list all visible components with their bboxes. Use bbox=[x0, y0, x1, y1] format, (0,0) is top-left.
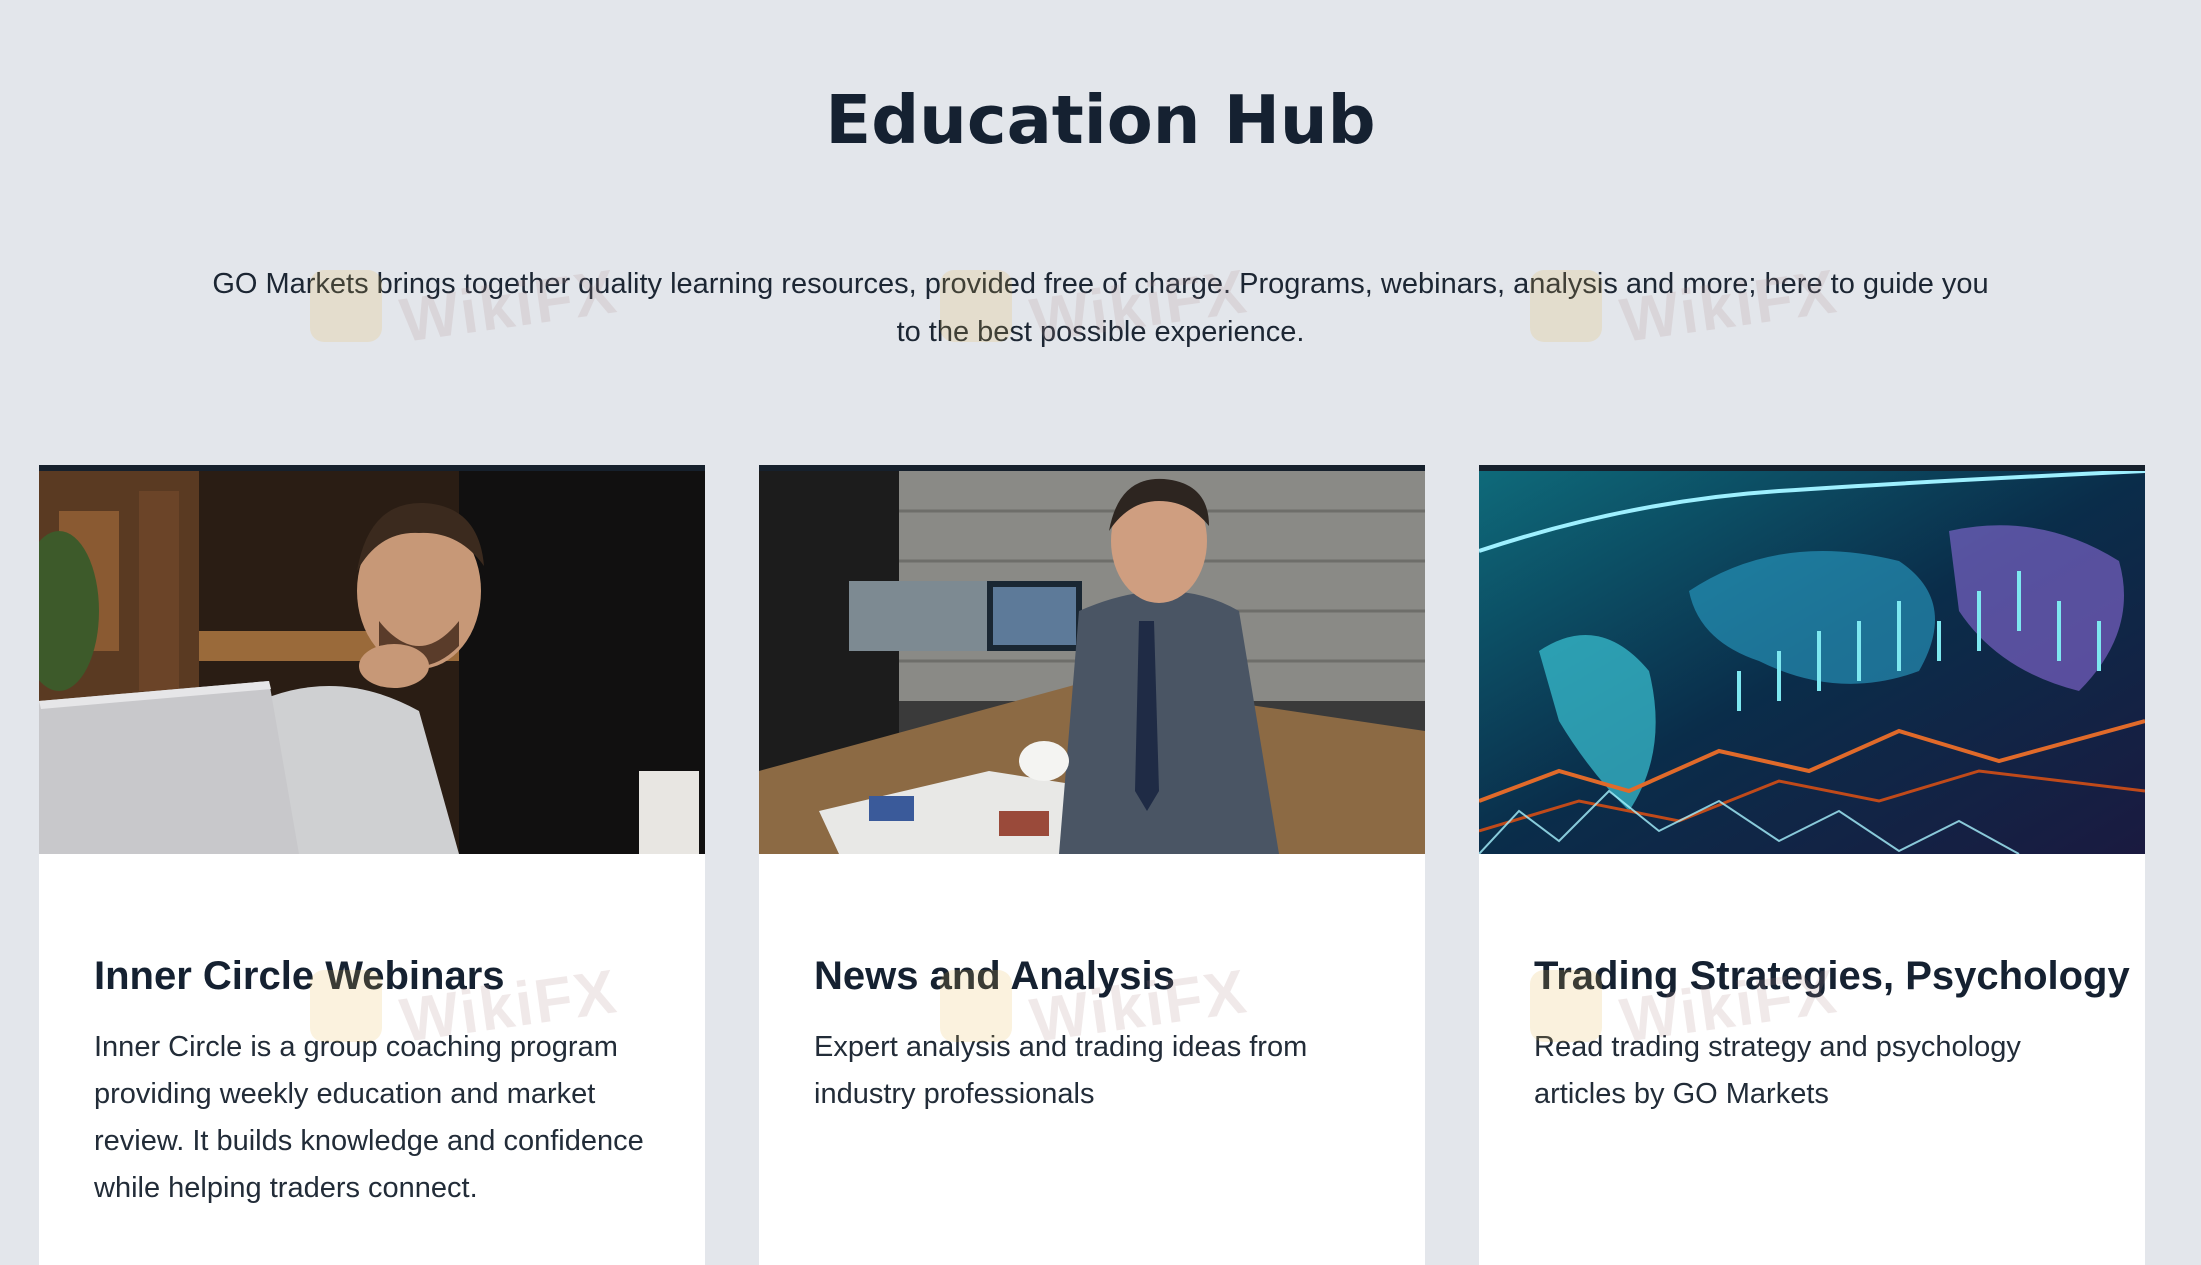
card-trading-strategies-psychology[interactable]: Trading Strategies, Psychology Read trad… bbox=[1479, 465, 2145, 1265]
card-news-and-analysis[interactable]: News and Analysis Expert analysis and tr… bbox=[759, 465, 1425, 1265]
man-at-laptop-photo[interactable] bbox=[39, 471, 705, 854]
card-inner-circle-webinars[interactable]: Inner Circle Webinars Inner Circle is a … bbox=[39, 465, 705, 1265]
card-description: Expert analysis and trading ideas from i… bbox=[814, 1031, 1308, 1110]
page-title: Education Hub bbox=[825, 81, 1376, 159]
card-title[interactable]: Trading Strategies, Psychology bbox=[1534, 951, 2130, 1001]
card-description: Read trading strategy and psychology art… bbox=[1534, 1031, 2021, 1110]
intro-paragraph: GO Markets brings together quality learn… bbox=[212, 268, 1989, 348]
world-map-trading-chart-photo[interactable] bbox=[1479, 471, 2145, 854]
education-hub-section: Education Hub GO Markets brings together… bbox=[0, 0, 2201, 1265]
card-title[interactable]: Inner Circle Webinars bbox=[94, 951, 505, 1001]
card-description: Inner Circle is a group coaching program… bbox=[94, 1031, 644, 1204]
card-title[interactable]: News and Analysis bbox=[814, 951, 1175, 1001]
man-reading-newspaper-photo[interactable] bbox=[759, 471, 1425, 854]
